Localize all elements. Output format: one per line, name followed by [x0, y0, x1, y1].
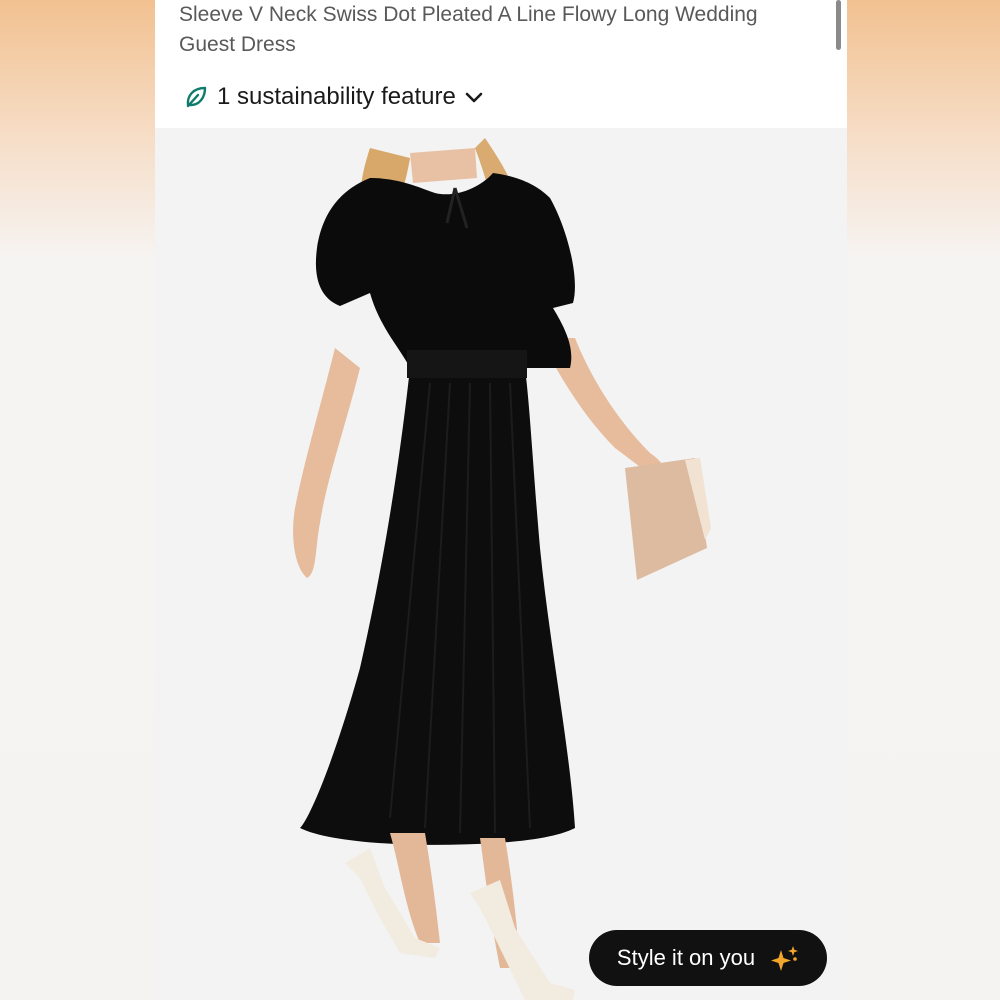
dress-model-illustration	[293, 138, 711, 1000]
product-title-line-1: Sleeve V Neck Swiss Dot Pleated A Line F…	[179, 3, 758, 26]
blurred-background-left	[0, 0, 155, 1000]
blurred-background-right	[847, 0, 1000, 1000]
product-photo[interactable]	[155, 128, 847, 1000]
scrollbar[interactable]	[836, 0, 841, 50]
leaf-icon	[186, 86, 207, 108]
product-header: Sleeve V Neck Swiss Dot Pleated A Line F…	[155, 0, 847, 128]
phone-screen: Sleeve V Neck Swiss Dot Pleated A Line F…	[155, 0, 847, 1000]
sparkle-icon	[771, 946, 799, 971]
sustainability-toggle[interactable]: 1 sustainability feature	[183, 80, 484, 114]
product-title: Sleeve V Neck Swiss Dot Pleated A Line F…	[179, 0, 819, 60]
sustainability-label: 1 sustainability feature	[217, 83, 456, 110]
style-it-on-you-button[interactable]: Style it on you	[589, 930, 827, 986]
style-button-label: Style it on you	[616, 945, 756, 970]
product-title-line-2: Guest Dress	[179, 33, 296, 56]
chevron-down-icon	[465, 92, 483, 103]
